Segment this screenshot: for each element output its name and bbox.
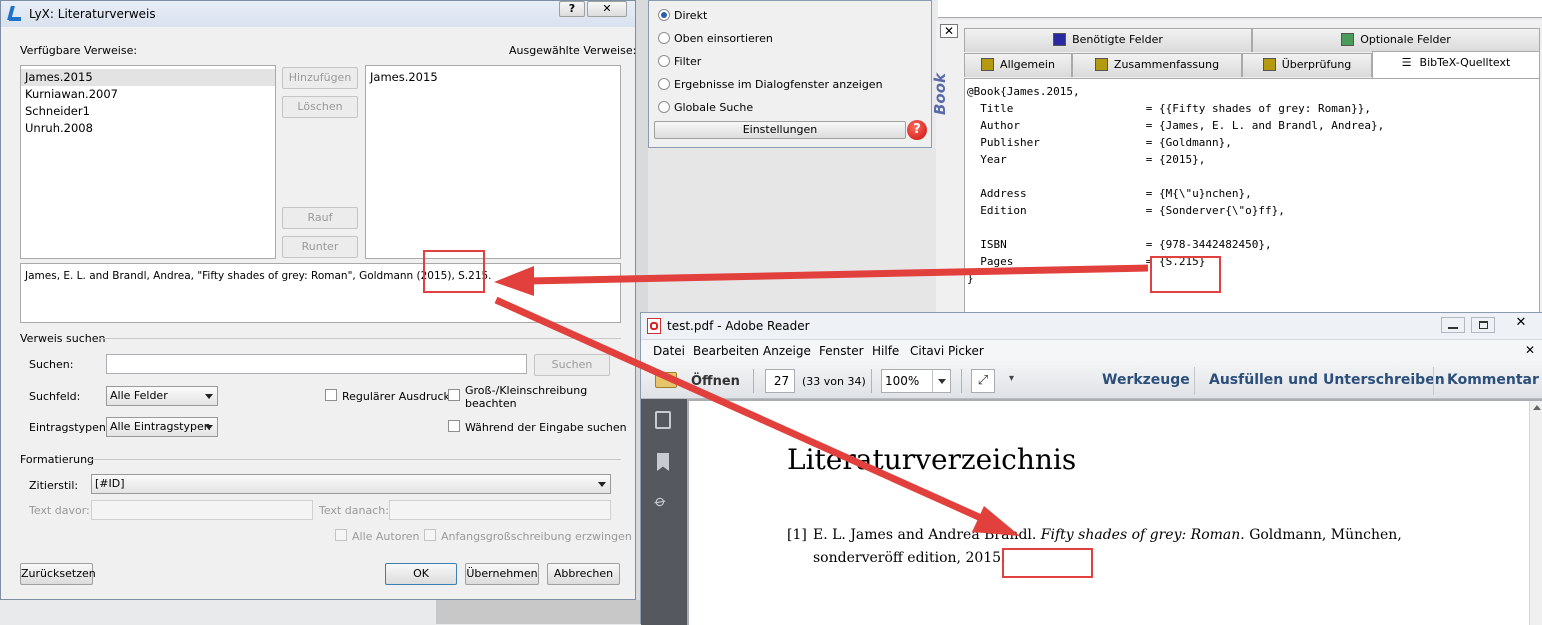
arrow-to-pdf [494,296,992,526]
annotation-arrows [494,264,1149,536]
arrow-to-pdf-head [972,506,1020,536]
arrow-to-preview [527,264,1149,285]
arrow-to-preview-head [494,266,534,296]
